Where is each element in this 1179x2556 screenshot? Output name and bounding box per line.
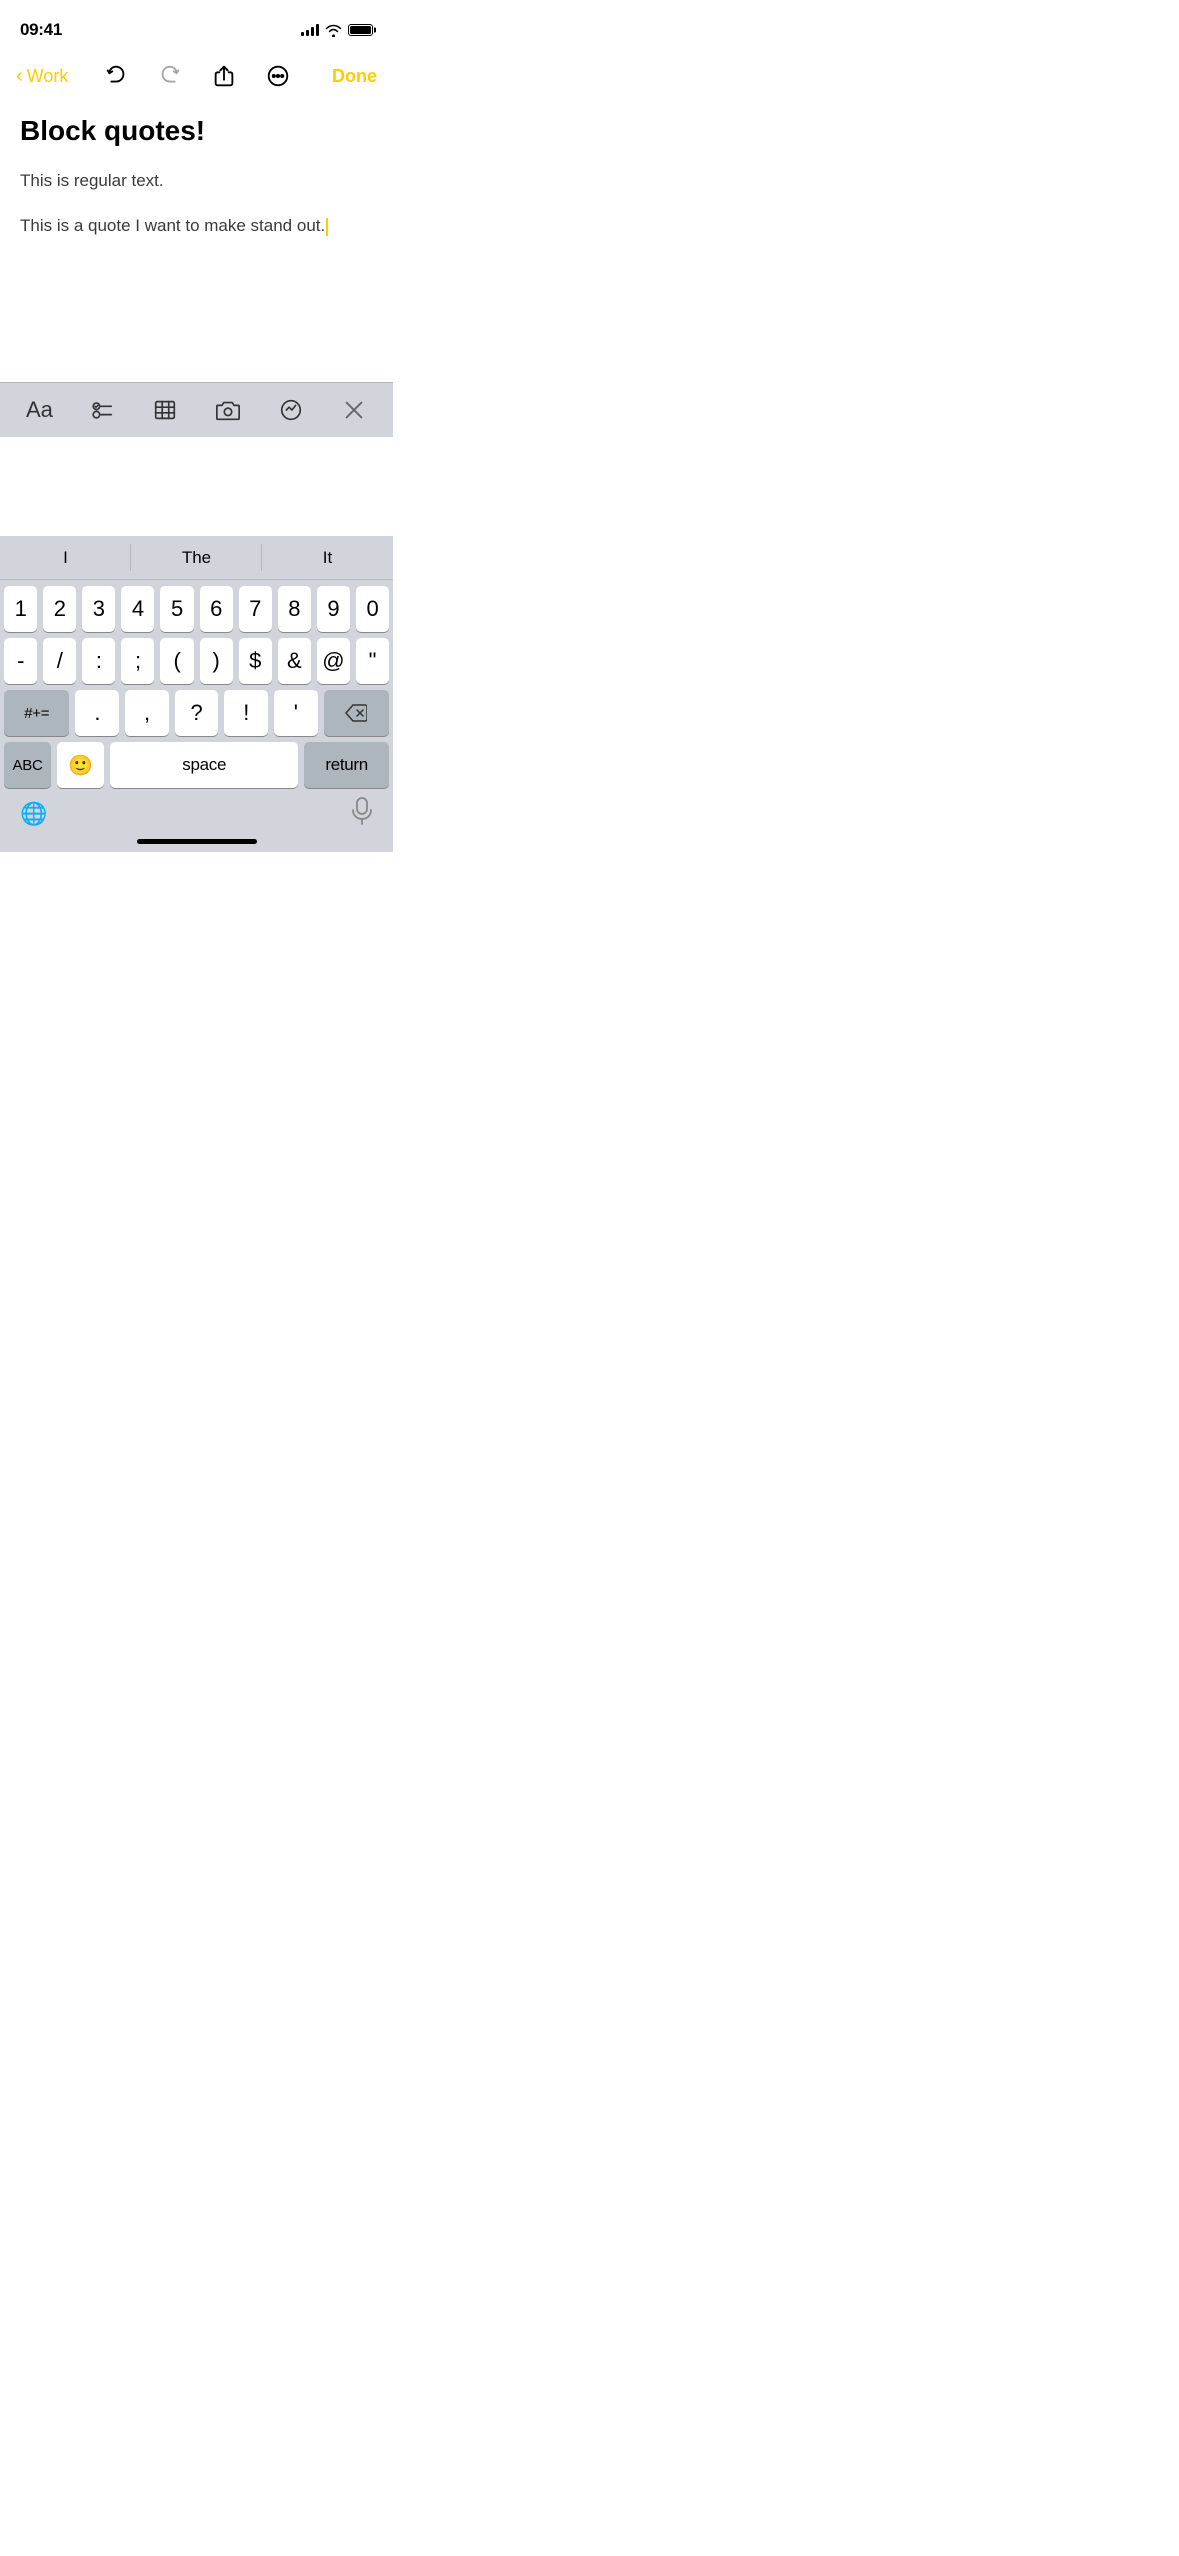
key-period[interactable]: . (75, 690, 119, 736)
note-paragraph-1: This is regular text. (20, 168, 373, 194)
checklist-button[interactable] (80, 388, 124, 432)
key-slash[interactable]: / (43, 638, 76, 684)
nav-right: Done (295, 66, 378, 87)
note-paragraph-2: This is a quote I want to make stand out… (20, 213, 373, 239)
key-dollar[interactable]: $ (239, 638, 272, 684)
wifi-icon (325, 24, 342, 37)
key-quote[interactable]: " (356, 638, 389, 684)
nav-center-actions (99, 59, 295, 93)
globe-icon[interactable]: 🌐 (20, 801, 47, 827)
redo-button[interactable] (153, 59, 187, 93)
space-button[interactable]: space (110, 742, 298, 788)
key-open-paren[interactable]: ( (160, 638, 193, 684)
key-5[interactable]: 5 (160, 586, 193, 632)
key-at[interactable]: @ (317, 638, 350, 684)
markup-button[interactable] (269, 388, 313, 432)
status-icons (301, 24, 373, 37)
predictive-word-1[interactable]: I (0, 536, 131, 579)
key-0[interactable]: 0 (356, 586, 389, 632)
more-button[interactable] (261, 59, 295, 93)
emoji-button[interactable]: 🙂 (57, 742, 104, 788)
note-content: Block quotes! This is regular text. This… (0, 106, 393, 279)
close-keyboard-button[interactable] (332, 388, 376, 432)
predictive-row[interactable]: I The It (0, 536, 393, 580)
number-row: 1 2 3 4 5 6 7 8 9 0 (0, 580, 393, 632)
status-time: 09:41 (20, 20, 62, 40)
globe-mic-row: 🌐 (0, 790, 393, 832)
key-6[interactable]: 6 (200, 586, 233, 632)
undo-button[interactable] (99, 59, 133, 93)
key-8[interactable]: 8 (278, 586, 311, 632)
key-colon[interactable]: : (82, 638, 115, 684)
key-dash[interactable]: - (4, 638, 37, 684)
camera-button[interactable] (206, 388, 250, 432)
key-exclamation[interactable]: ! (224, 690, 268, 736)
key-2[interactable]: 2 (43, 586, 76, 632)
keyboard[interactable]: I The It 1 2 3 4 5 6 7 8 9 0 - / : ; ( )… (0, 536, 393, 852)
abc-switch-button[interactable]: ABC (4, 742, 51, 788)
return-button[interactable]: return (304, 742, 389, 788)
key-3[interactable]: 3 (82, 586, 115, 632)
share-button[interactable] (207, 59, 241, 93)
text-cursor (326, 218, 328, 236)
home-indicator (137, 839, 257, 844)
key-9[interactable]: 9 (317, 586, 350, 632)
key-question[interactable]: ? (175, 690, 219, 736)
key-4[interactable]: 4 (121, 586, 154, 632)
key-close-paren[interactable]: ) (200, 638, 233, 684)
note-title[interactable]: Block quotes! (20, 114, 373, 148)
battery-icon (348, 24, 373, 36)
note-body[interactable]: This is regular text. This is a quote I … (20, 168, 373, 239)
backspace-button[interactable] (324, 690, 389, 736)
signal-icon (301, 24, 319, 36)
done-button[interactable]: Done (332, 66, 377, 87)
key-apostrophe[interactable]: ' (274, 690, 318, 736)
nav-bar: ‹ Work (0, 54, 393, 106)
microphone-icon[interactable] (351, 797, 373, 831)
key-comma[interactable]: , (125, 690, 169, 736)
format-text-button[interactable]: Aa (17, 388, 61, 432)
status-bar: 09:41 (0, 0, 393, 54)
key-1[interactable]: 1 (4, 586, 37, 632)
key-hashtag-switch[interactable]: #+= (4, 690, 69, 736)
key-7[interactable]: 7 (239, 586, 272, 632)
key-semicolon[interactable]: ; (121, 638, 154, 684)
key-ampersand[interactable]: & (278, 638, 311, 684)
symbol-row-1: - / : ; ( ) $ & @ " (0, 632, 393, 684)
table-button[interactable] (143, 388, 187, 432)
nav-left: ‹ Work (16, 65, 99, 88)
keyboard-toolbar: Aa (0, 382, 393, 437)
predictive-word-3[interactable]: It (262, 536, 393, 579)
back-chevron-icon[interactable]: ‹ (16, 65, 23, 88)
back-button[interactable]: Work (27, 66, 69, 87)
symbol-row-2: #+= . , ? ! ' (0, 684, 393, 736)
predictive-word-2[interactable]: The (131, 536, 262, 579)
bottom-key-row: ABC 🙂 space return (0, 736, 393, 790)
